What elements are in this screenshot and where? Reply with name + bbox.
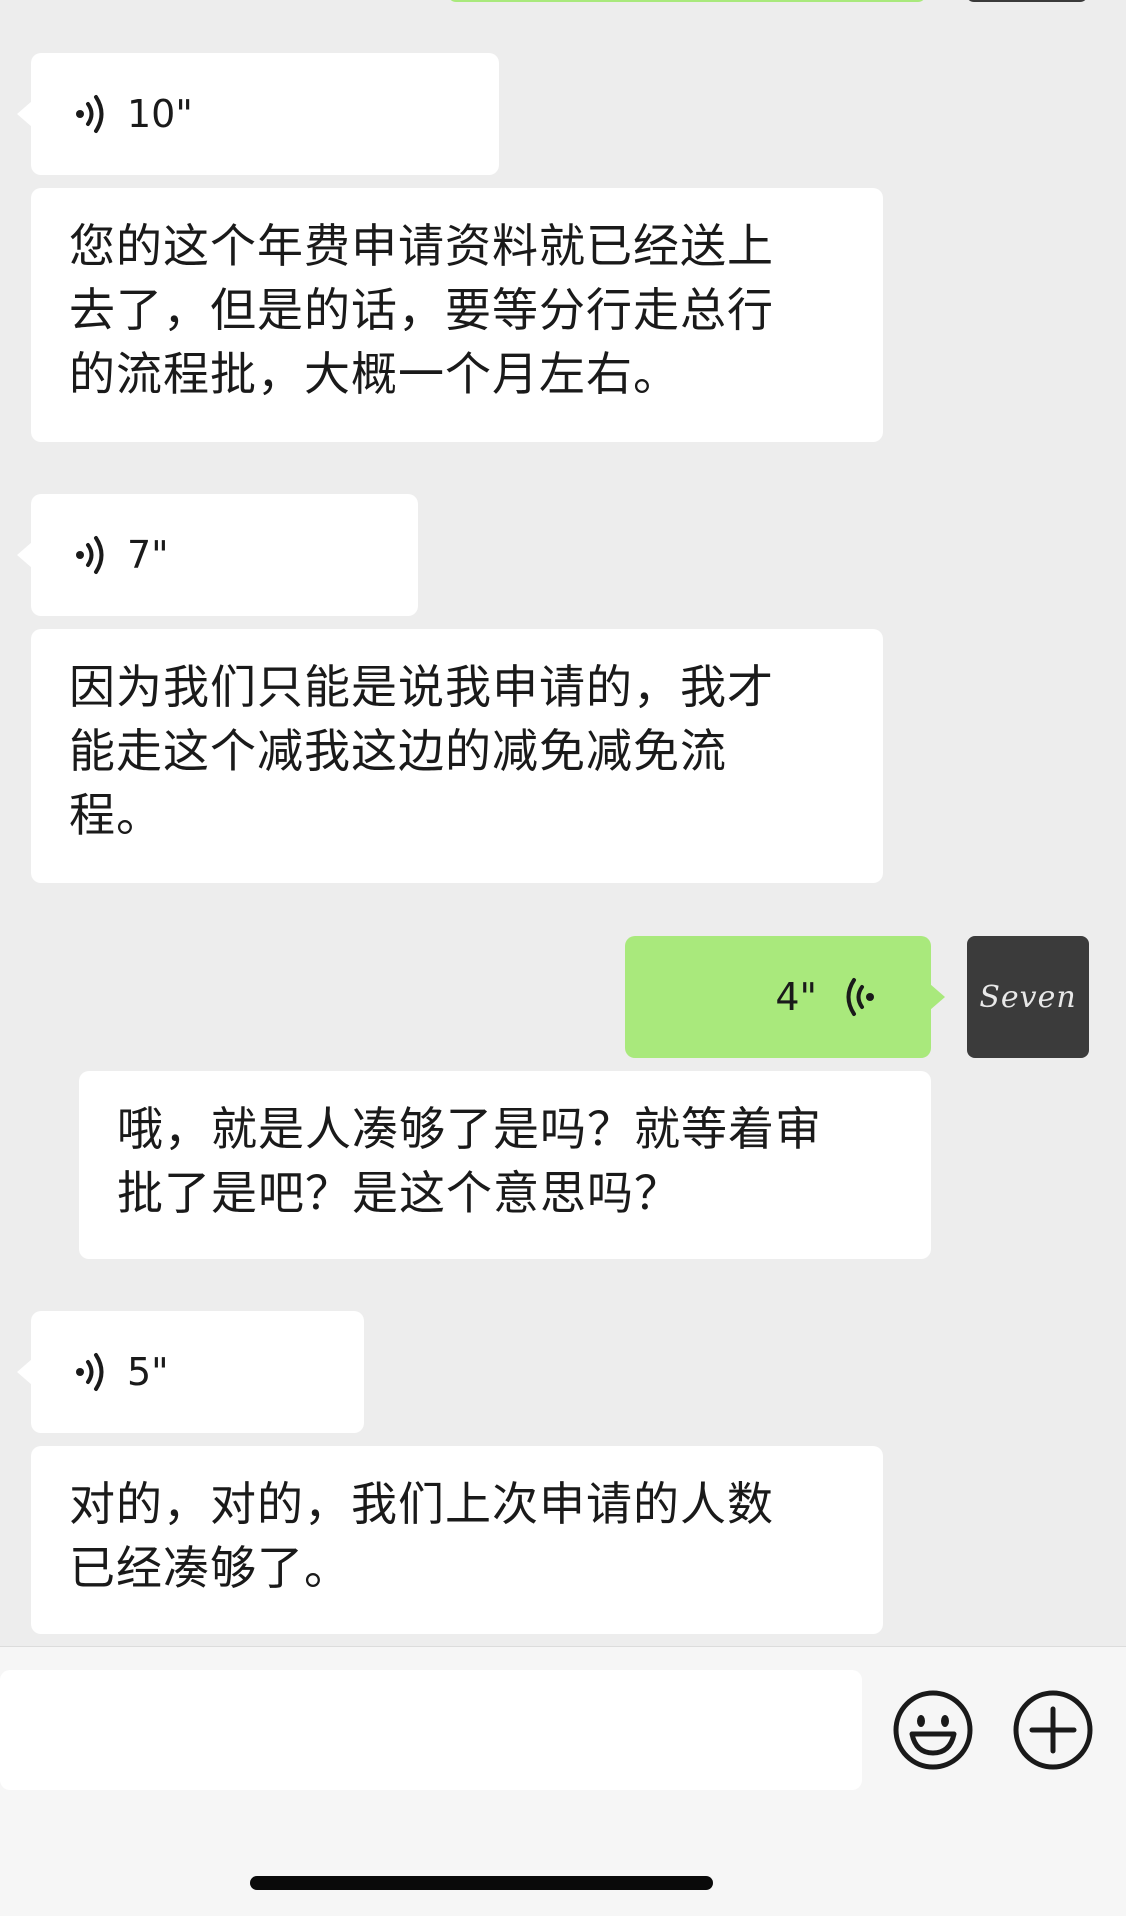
message-line: 批了是吧？是这个意思吗？: [117, 1166, 681, 1220]
message-line: 能走这个减我这边的减免减免流: [69, 724, 727, 778]
text-message-bubble[interactable]: 因为我们只能是说我申请的，我才 能走这个减我这边的减免减免流 程。: [31, 629, 883, 883]
home-indicator[interactable]: [250, 1876, 713, 1890]
previous-avatar-partial: [966, 0, 1088, 2]
voice-duration: 10": [127, 92, 193, 136]
voice-duration: 4": [775, 975, 817, 1019]
voice-message-bubble[interactable]: 10": [17, 53, 499, 175]
message-line: 因为我们只能是说我申请的，我才: [69, 660, 774, 714]
voice-transcription-bubble[interactable]: 哦，就是人凑够了是吗？就等着审 批了是吧？是这个意思吗？: [79, 1071, 931, 1259]
bubble-tail: [17, 1359, 32, 1385]
voice-wave-icon: [76, 1353, 104, 1391]
previous-message-bubble-partial: [448, 0, 926, 2]
text-message-bubble[interactable]: 您的这个年费申请资料就已经送上 去了，但是的话，要等分行走总行 的流程批，大概一…: [31, 188, 883, 442]
voice-duration: 7": [127, 533, 169, 577]
message-line: 已经凑够了。: [69, 1541, 351, 1595]
message-line: 对的，对的，我们上次申请的人数: [69, 1477, 774, 1531]
user-avatar[interactable]: Seven: [967, 936, 1089, 1058]
more-button[interactable]: [1012, 1689, 1094, 1771]
chat-screen: 10" 您的这个年费申请资料就已经送上 去了，但是的话，要等分行走总行 的流程批…: [0, 0, 1126, 1916]
bubble-tail: [17, 542, 32, 568]
message-line: 程。: [69, 788, 163, 842]
plus-circle-icon: [1013, 1690, 1093, 1770]
bubble-tail: [930, 984, 945, 1010]
message-line: 的流程批，大概一个月左右。: [69, 347, 680, 401]
voice-duration: 5": [127, 1350, 169, 1394]
outgoing-voice-message-bubble[interactable]: 4": [625, 936, 945, 1058]
voice-message-bubble[interactable]: 7": [17, 494, 418, 616]
message-input[interactable]: [0, 1670, 862, 1790]
emoji-button[interactable]: [892, 1689, 974, 1771]
voice-message-bubble[interactable]: 5": [17, 1311, 364, 1433]
avatar-signature-text: Seven: [979, 979, 1077, 1015]
bubble-tail: [17, 101, 32, 127]
voice-wave-icon: [76, 95, 104, 133]
smiley-icon: [893, 1690, 973, 1770]
message-line: 哦，就是人凑够了是吗？就等着审: [117, 1102, 822, 1156]
voice-wave-icon: [76, 536, 104, 574]
message-line: 您的这个年费申请资料就已经送上: [69, 219, 774, 273]
text-message-bubble[interactable]: 对的，对的，我们上次申请的人数 已经凑够了。: [31, 1446, 883, 1634]
message-line: 去了，但是的话，要等分行走总行: [69, 283, 774, 337]
voice-wave-icon: [846, 978, 874, 1016]
